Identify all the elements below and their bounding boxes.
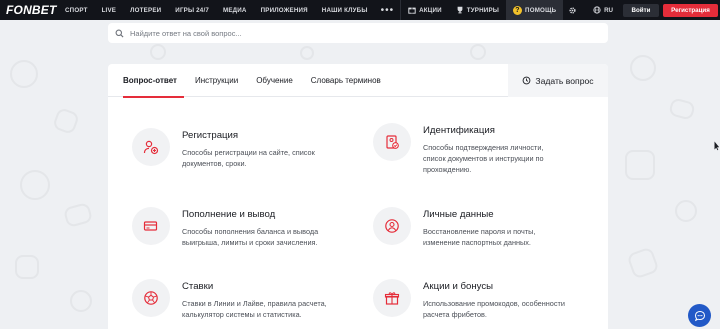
nav-tournaments[interactable]: ТУРНИРЫ: [449, 0, 506, 20]
gift-icon: [408, 6, 416, 14]
desc-line: изменение паспортных данных.: [423, 238, 531, 247]
category-deposit-withdrawal[interactable]: Пополнение и вывод Способы пополнения ба…: [132, 207, 362, 248]
desc-line: список документов и инструкции по: [423, 154, 544, 163]
desc-line: расчета фрибетов.: [423, 310, 487, 319]
help-tabs: Вопрос-ответ Инструкции Обучение Словарь…: [108, 64, 608, 98]
history-icon: [522, 76, 531, 85]
category-title: Пополнение и вывод: [182, 209, 276, 220]
category-bets[interactable]: Ставки Ставки в Линии и Лайве, правила р…: [132, 279, 362, 320]
more-menu-button[interactable]: •••: [375, 5, 401, 16]
id-document-icon: [373, 123, 411, 161]
top-navigation-bar: FONBET СПОРТ LIVE ЛОТЕРЕИ ИГРЫ 24/7 МЕДИ…: [0, 0, 720, 20]
header-right-tools: RU Войти Регистрация: [562, 0, 718, 20]
login-button[interactable]: Войти: [623, 3, 659, 17]
cursor-icon: [714, 138, 720, 151]
search-bar: [108, 23, 608, 43]
gift-icon: [373, 279, 411, 317]
fonbet-logo[interactable]: FONBET: [0, 3, 58, 17]
chat-support-button[interactable]: [688, 304, 711, 327]
nav-games[interactable]: ИГРЫ 24/7: [168, 0, 216, 20]
nav-sport[interactable]: СПОРТ: [58, 0, 95, 20]
nav-live[interactable]: LIVE: [95, 0, 124, 20]
desc-line: Способы подтверждения личности,: [423, 143, 544, 152]
desc-line: калькулятор системы и статистика.: [182, 310, 302, 319]
nav-help-label: ПОМОЩЬ: [525, 6, 557, 14]
help-icon: ?: [513, 5, 523, 15]
desc-line: Способы регистрации на сайте, список: [182, 148, 315, 157]
nav-media[interactable]: МЕДИА: [216, 0, 254, 20]
ball-icon: [132, 279, 170, 317]
category-registration[interactable]: Регистрация Способы регистрации на сайте…: [132, 128, 352, 169]
category-description: Ставки в Линии и Лайве, правила расчета,…: [182, 298, 327, 320]
nav-apps[interactable]: ПРИЛОЖЕНИЯ: [254, 0, 315, 20]
language-selector[interactable]: RU: [587, 6, 619, 14]
tab-faq[interactable]: Вопрос-ответ: [108, 64, 186, 98]
nav-lottery[interactable]: ЛОТЕРЕИ: [123, 0, 168, 20]
category-title: Акции и бонусы: [423, 281, 494, 292]
category-personal-data[interactable]: Личные данные Восстановление пароля и по…: [373, 207, 593, 248]
tab-glossary[interactable]: Словарь терминов: [302, 64, 390, 97]
nav-tournaments-label: ТУРНИРЫ: [466, 6, 500, 14]
nav-clubs[interactable]: НАШИ КЛУБЫ: [315, 0, 375, 20]
ask-question-button[interactable]: Задать вопрос: [508, 64, 608, 97]
user-icon: [373, 207, 411, 245]
category-promotions[interactable]: Акции и бонусы Использование промокодов,…: [373, 279, 598, 320]
desc-line: Ставки в Линии и Лайве, правила расчета,: [182, 299, 327, 308]
desc-line: Использование промокодов, особенности: [423, 299, 565, 308]
search-icon: [115, 29, 124, 38]
ask-question-label: Задать вопрос: [535, 75, 594, 86]
category-description: Способы пополнения баланса и вывода выиг…: [182, 226, 318, 248]
desc-line: документов, сроки.: [182, 159, 247, 168]
language-label: RU: [604, 6, 613, 14]
desc-line: Восстановление пароля и почты,: [423, 227, 536, 236]
category-title: Личные данные: [423, 209, 494, 220]
tab-instructions[interactable]: Инструкции: [186, 64, 247, 97]
category-description: Способы регистрации на сайте, список док…: [182, 147, 315, 169]
category-description: Способы подтверждения личности, список д…: [423, 142, 544, 175]
register-button[interactable]: Регистрация: [663, 3, 718, 17]
cup-icon: [456, 6, 464, 14]
desc-line: прохождению.: [423, 165, 472, 174]
desc-line: выигрыша, лимиты и сроки зачисления.: [182, 238, 318, 247]
category-title: Идентификация: [423, 125, 495, 136]
category-identification[interactable]: Идентификация Способы подтверждения личн…: [373, 123, 593, 175]
globe-icon: [593, 6, 601, 14]
card-icon: [132, 207, 170, 245]
chat-icon: [694, 310, 706, 322]
user-add-icon: [132, 128, 170, 166]
category-description: Восстановление пароля и почты, изменение…: [423, 226, 535, 248]
tab-learning[interactable]: Обучение: [247, 64, 302, 97]
category-title: Ставки: [182, 281, 214, 292]
nav-help[interactable]: ? ПОМОЩЬ: [506, 0, 564, 20]
help-center-card: Вопрос-ответ Инструкции Обучение Словарь…: [108, 64, 608, 329]
category-description: Использование промокодов, особенности ра…: [423, 298, 565, 320]
search-input[interactable]: [130, 28, 570, 38]
nav-promo-label: АКЦИИ: [419, 6, 442, 14]
desc-line: Способы пополнения баланса и вывода: [182, 227, 319, 236]
category-title: Регистрация: [182, 130, 239, 141]
main-nav: СПОРТ LIVE ЛОТЕРЕИ ИГРЫ 24/7 МЕДИА ПРИЛО…: [58, 0, 564, 20]
nav-promo[interactable]: АКЦИИ: [401, 0, 449, 20]
gear-icon[interactable]: [562, 6, 583, 15]
